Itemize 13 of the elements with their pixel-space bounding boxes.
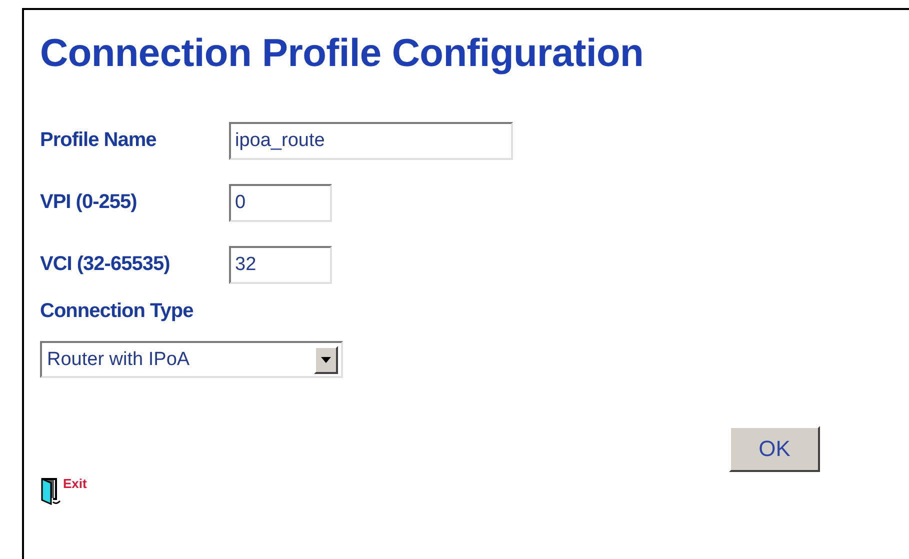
text-field[interactable]: 32: [229, 246, 332, 284]
page-title: Connection Profile Configuration: [40, 32, 645, 76]
field-label: Profile Name: [40, 129, 158, 152]
field-label: VPI (0-255): [40, 191, 138, 214]
caret-icon: [321, 356, 331, 362]
text-field[interactable]: 0: [229, 184, 332, 222]
connection-type-dropdown[interactable]: Router with IPoA: [40, 341, 343, 378]
exit-link[interactable]: Exit: [40, 476, 909, 506]
door-icon: [40, 476, 62, 506]
ok-button[interactable]: OK: [729, 426, 820, 472]
field-label: VCI (32-65535): [40, 253, 171, 276]
text-field[interactable]: ipoa_route: [229, 122, 513, 160]
field-label: Connection Type: [40, 300, 194, 323]
